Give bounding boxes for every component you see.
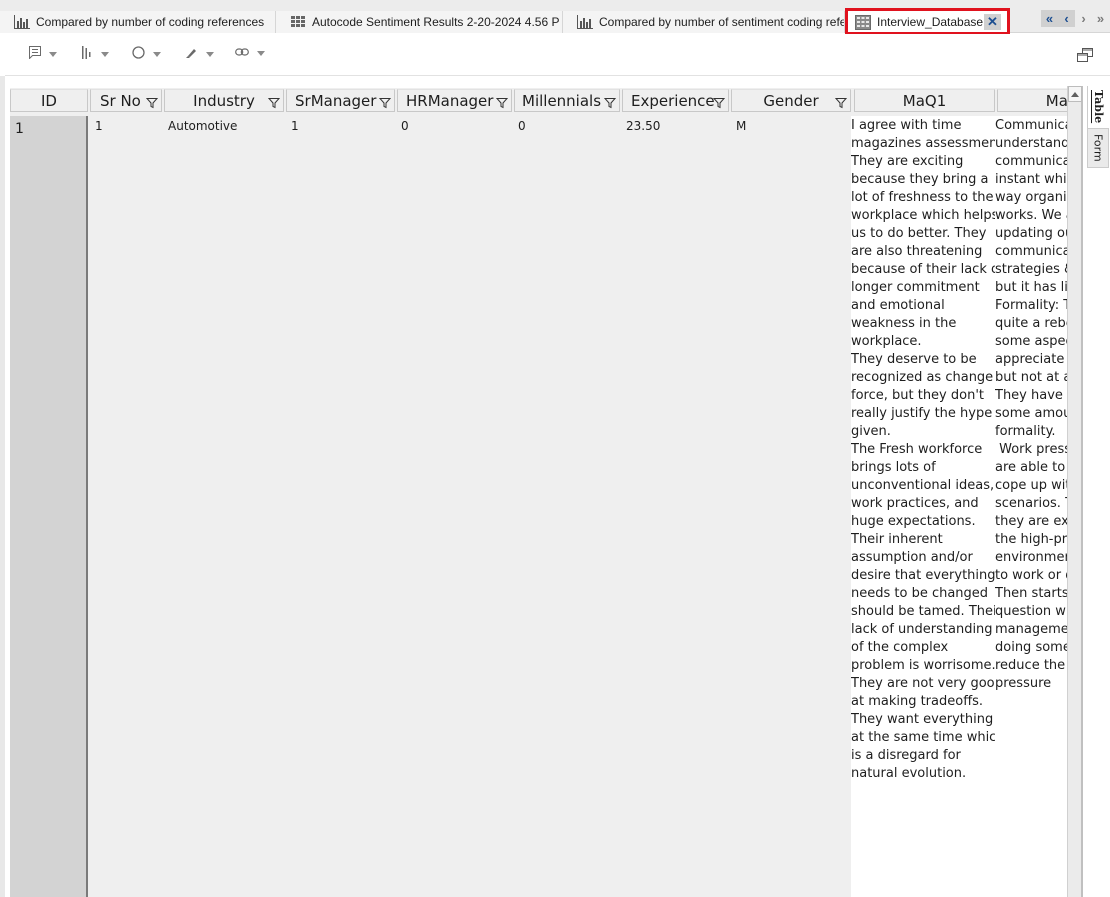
- column-header-gender[interactable]: Gender: [731, 89, 851, 112]
- header-label: Experience: [631, 91, 715, 110]
- column-header-maq2[interactable]: MaQ2: [997, 89, 1068, 112]
- close-icon: ✕: [987, 14, 998, 29]
- tab-navigation: « ‹ › »: [1041, 10, 1109, 27]
- link-dropdown-button[interactable]: [235, 46, 265, 60]
- shape-dropdown-button[interactable]: [132, 46, 161, 62]
- view-side-tabs: Table Form: [1085, 86, 1110, 897]
- cell-sr-no[interactable]: 1: [95, 119, 103, 133]
- column-header-sr-no[interactable]: Sr No: [90, 89, 162, 112]
- prev-tab-button[interactable]: ‹: [1058, 10, 1075, 27]
- column-header-srmanager[interactable]: SrManager: [286, 89, 395, 112]
- filter-icon[interactable]: [603, 95, 617, 109]
- tab-label: Compared by number of sentiment coding r…: [599, 15, 845, 29]
- tab-autocode-sentiment[interactable]: Autocode Sentiment Results 2-20-2024 4.5…: [276, 11, 563, 33]
- first-tab-button[interactable]: «: [1041, 10, 1058, 27]
- cell-industry[interactable]: Automotive: [168, 119, 237, 133]
- tab-coding-references[interactable]: Compared by number of coding references: [0, 11, 276, 33]
- next-tab-button[interactable]: ›: [1075, 10, 1092, 27]
- filter-icon[interactable]: [378, 95, 392, 109]
- header-label: HRManager: [406, 91, 494, 110]
- toolbar: [5, 34, 1110, 76]
- column-header-industry[interactable]: Industry: [164, 89, 284, 112]
- scroll-up-button[interactable]: [1068, 86, 1082, 102]
- data-grid: ID Sr No Industry SrManager HRManager Mi…: [10, 88, 1068, 897]
- highlight-dropdown-button[interactable]: [185, 46, 214, 62]
- link-icon: [235, 46, 249, 60]
- header-label: Millennials: [522, 91, 602, 110]
- column-header-maq1[interactable]: MaQ1: [854, 89, 995, 112]
- cell-maq2[interactable]: Communica understand communicat instant …: [995, 116, 1068, 897]
- grid-icon: [290, 15, 306, 29]
- filter-icon[interactable]: [834, 95, 848, 109]
- cell-maq1[interactable]: I agree with time magazines assessment. …: [851, 116, 995, 897]
- chevron-down-icon: [101, 51, 109, 57]
- restore-window-icon[interactable]: [1077, 48, 1093, 62]
- filter-icon[interactable]: [495, 95, 509, 109]
- bar-chart-icon: [14, 15, 30, 29]
- column-header-experience[interactable]: Experience: [622, 89, 729, 112]
- header-label: MaQ2: [1045, 91, 1068, 110]
- header-label: Industry: [193, 91, 255, 110]
- bar-chart-icon: [577, 15, 593, 29]
- vertical-scrollbar[interactable]: [1067, 86, 1083, 897]
- side-tab-form[interactable]: Form: [1087, 128, 1109, 168]
- tab-label: Autocode Sentiment Results 2-20-2024 4.5…: [312, 15, 560, 29]
- filter-icon[interactable]: [712, 95, 726, 109]
- table-icon: [855, 15, 871, 30]
- chevron-down-icon: [257, 50, 265, 56]
- code-dropdown-button[interactable]: [81, 46, 109, 62]
- filter-icon[interactable]: [145, 95, 159, 109]
- highlighter-icon: [185, 46, 198, 62]
- filter-icon[interactable]: [267, 95, 281, 109]
- last-tab-button[interactable]: »: [1092, 10, 1109, 27]
- header-label: MaQ1: [902, 91, 947, 110]
- cell-gender[interactable]: M: [736, 119, 746, 133]
- memo-dropdown-button[interactable]: [29, 46, 57, 62]
- header-label: Gender: [763, 91, 819, 110]
- cell-srmanager[interactable]: 1: [291, 119, 299, 133]
- memo-icon: [29, 46, 41, 62]
- header-label: Sr No: [100, 91, 141, 110]
- row-id[interactable]: 1: [15, 121, 24, 137]
- column-header-millennials[interactable]: Millennials: [514, 89, 620, 112]
- tab-sentiment-coding[interactable]: Compared by number of sentiment coding r…: [563, 11, 845, 33]
- column-header-hrmanager[interactable]: HRManager: [397, 89, 512, 112]
- cell-hrmanager[interactable]: 0: [401, 119, 409, 133]
- document-tab-bar: Compared by number of coding references …: [0, 0, 1110, 35]
- row-header-column: [10, 116, 88, 897]
- circle-icon: [132, 46, 145, 62]
- chevron-down-icon: [153, 51, 161, 57]
- left-border: [0, 76, 5, 897]
- code-stripes-icon: [81, 46, 93, 62]
- close-tab-button[interactable]: ✕: [984, 14, 1001, 30]
- cell-millennials[interactable]: 0: [518, 119, 526, 133]
- side-tab-table[interactable]: Table: [1087, 86, 1109, 128]
- tab-label: Compared by number of coding references: [36, 15, 265, 29]
- chevron-down-icon: [206, 51, 214, 57]
- header-label: ID: [41, 91, 57, 110]
- header-label: SrManager: [295, 91, 377, 110]
- tab-label: Interview_Database: [877, 15, 984, 29]
- chevron-down-icon: [49, 51, 57, 57]
- cell-experience[interactable]: 23.50: [626, 119, 660, 133]
- column-header-id[interactable]: ID: [10, 89, 88, 112]
